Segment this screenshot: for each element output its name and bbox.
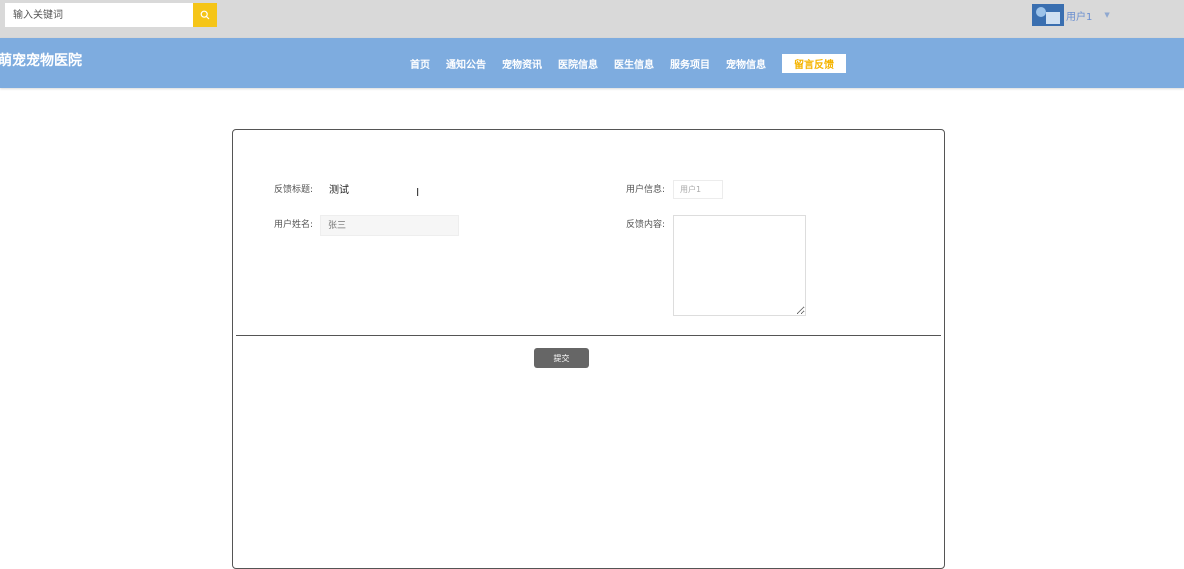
nav-item-doctor-info[interactable]: 医生信息 xyxy=(613,54,655,73)
search-button[interactable] xyxy=(193,3,217,27)
name-input[interactable] xyxy=(320,215,459,236)
avatar[interactable] xyxy=(1032,4,1064,26)
search-input[interactable] xyxy=(5,3,193,27)
user-info-input[interactable] xyxy=(673,180,723,199)
text-cursor-icon: I xyxy=(416,186,420,199)
site-title: 萌宠宠物医院 xyxy=(0,53,82,69)
search-icon xyxy=(200,8,210,23)
main-nav: 萌宠宠物医院 首页 通知公告 宠物资讯 医院信息 医生信息 服务项目 宠物信息 … xyxy=(0,38,1184,88)
feedback-form-panel: 反馈标题: I 用户信息: 用户姓名: 反馈内容: 提交 xyxy=(232,129,945,569)
submit-button[interactable]: 提交 xyxy=(534,348,589,368)
divider xyxy=(236,335,941,336)
title-label: 反馈标题: xyxy=(274,185,314,195)
user-menu[interactable]: 用户1 ▼ xyxy=(1032,4,1110,26)
nav-item-pet-news[interactable]: 宠物资讯 xyxy=(501,54,543,73)
nav-menu: 首页 通知公告 宠物资讯 医院信息 医生信息 服务项目 宠物信息 留言反馈 xyxy=(409,54,846,73)
top-bar: 用户1 ▼ xyxy=(0,0,1184,38)
nav-item-services[interactable]: 服务项目 xyxy=(669,54,711,73)
nav-item-pet-info[interactable]: 宠物信息 xyxy=(725,54,767,73)
user-info-label: 用户信息: xyxy=(626,185,666,195)
username[interactable]: 用户1 xyxy=(1066,8,1092,23)
nav-item-feedback[interactable]: 留言反馈 xyxy=(782,54,846,73)
content-textarea[interactable] xyxy=(673,215,806,316)
chevron-down-icon[interactable]: ▼ xyxy=(1104,11,1109,19)
name-label: 用户姓名: xyxy=(274,220,314,230)
nav-item-hospital-info[interactable]: 医院信息 xyxy=(557,54,599,73)
content-label: 反馈内容: xyxy=(626,220,666,230)
nav-item-notices[interactable]: 通知公告 xyxy=(445,54,487,73)
nav-item-home[interactable]: 首页 xyxy=(409,54,431,73)
